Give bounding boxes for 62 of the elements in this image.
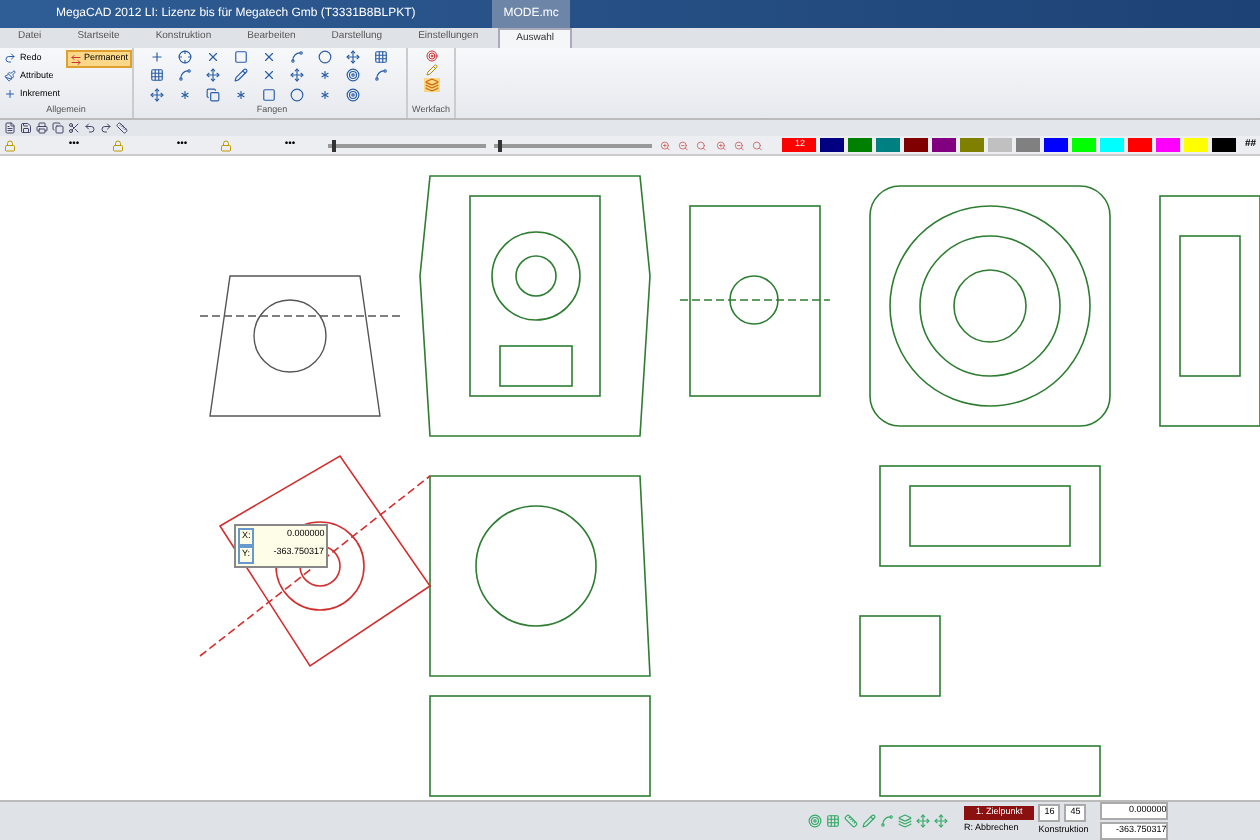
arrows-icon [70,53,83,65]
color-swatch[interactable] [1156,138,1181,152]
cross-icon[interactable] [262,68,276,83]
color-swatch[interactable] [1044,138,1069,152]
asterisk-icon[interactable] [318,87,332,102]
color-swatch[interactable] [960,138,985,152]
color-swatch[interactable] [820,138,845,152]
asterisk-icon[interactable] [178,87,192,102]
color-swatch[interactable] [932,138,957,152]
brush-icon [4,70,16,82]
slider-thumb[interactable] [498,139,503,151]
ruler-icon[interactable] [116,122,128,134]
move-icon[interactable] [346,50,360,64]
color-swatch[interactable] [876,138,901,152]
move-icon[interactable] [150,87,164,102]
cross-icon[interactable] [262,50,276,64]
undo-icon[interactable] [84,122,96,134]
move-icon[interactable] [206,68,220,83]
color-swatch[interactable] [1100,138,1125,152]
redo-icon[interactable] [100,122,112,134]
color-swatch[interactable] [988,138,1013,152]
color-swatch[interactable] [1212,138,1237,152]
pencil-icon[interactable] [234,68,248,83]
layers-icon[interactable] [423,78,439,92]
curve-icon[interactable] [290,50,304,64]
pencil-icon[interactable] [425,64,437,76]
search-icon[interactable] [696,139,708,151]
color-swatch[interactable] [1128,138,1153,152]
print-icon[interactable] [36,122,48,134]
color-swatch[interactable] [1072,138,1097,152]
search-icon[interactable] [752,139,763,151]
square-icon[interactable] [262,87,276,102]
asterisk-icon[interactable] [318,68,332,83]
save-icon[interactable] [20,122,32,134]
copy-icon[interactable] [206,87,220,102]
asterisk-icon[interactable] [234,87,248,102]
document-icon[interactable] [4,122,16,134]
zoom-out-icon[interactable] [678,139,689,151]
plus-icon [4,88,16,100]
zoom-in-icon[interactable] [659,139,671,151]
circle-icon[interactable] [290,87,304,102]
grid-icon[interactable] [150,68,164,83]
curve-icon[interactable] [374,68,388,83]
color-swatch[interactable] [904,138,929,152]
square-icon[interactable] [234,50,248,64]
target-icon[interactable] [425,50,437,62]
zoom-in-icon[interactable] [715,139,726,151]
scissors-icon[interactable] [68,122,80,134]
redo-icon [4,52,16,64]
cross-icon[interactable] [206,50,220,64]
crosshair-icon[interactable] [178,50,192,64]
curve-icon[interactable] [178,68,192,83]
color-swatch[interactable] [1016,138,1041,152]
copy-icon[interactable] [52,122,64,134]
zoom-out-icon[interactable] [733,139,745,151]
slider-thumb[interactable] [331,139,336,151]
plus-icon[interactable] [150,50,164,64]
color-swatch[interactable] [1184,138,1209,152]
color-swatch[interactable] [848,138,873,152]
grid-icon[interactable] [374,50,388,64]
circle-icon[interactable] [318,50,332,64]
move-icon[interactable] [290,68,304,83]
